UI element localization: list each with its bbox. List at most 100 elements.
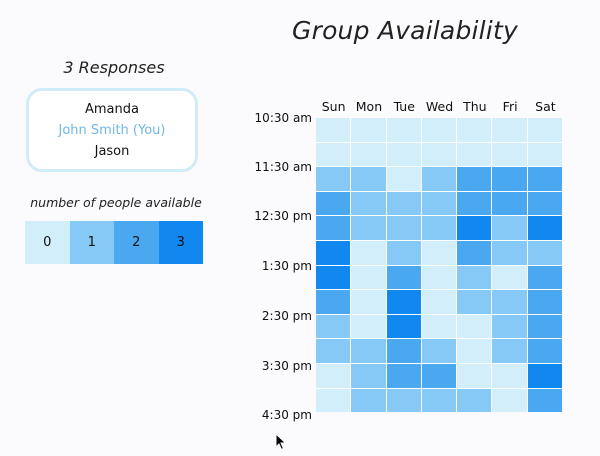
- slot-cell-sat-2[interactable]: [527, 167, 563, 191]
- slot-cell-fri-5[interactable]: [492, 240, 527, 265]
- slot-cell-sat-11[interactable]: [527, 388, 563, 413]
- slot-cell-sat-1[interactable]: [527, 142, 563, 167]
- availability-grid[interactable]: [316, 118, 563, 413]
- legend-level-2: 2: [114, 221, 159, 264]
- slot-cell-fri-7[interactable]: [492, 290, 527, 314]
- slot-cell-mon-9[interactable]: [351, 339, 386, 363]
- slot-cell-sun-5[interactable]: [316, 240, 351, 265]
- slot-cell-thu-5[interactable]: [457, 240, 492, 265]
- slot-cell-mon-0[interactable]: [351, 118, 386, 142]
- slot-cell-thu-10[interactable]: [457, 363, 492, 388]
- slot-cell-wed-10[interactable]: [421, 363, 457, 388]
- slot-cell-wed-1[interactable]: [421, 142, 457, 167]
- slot-cell-mon-5[interactable]: [351, 240, 386, 265]
- slot-cell-tue-11[interactable]: [386, 388, 421, 413]
- slot-cell-fri-0[interactable]: [492, 118, 527, 142]
- day-label-sat: Sat: [535, 99, 556, 114]
- slot-cell-sat-3[interactable]: [527, 191, 563, 216]
- slot-cell-sun-9[interactable]: [316, 339, 351, 363]
- slot-cell-fri-6[interactable]: [492, 265, 527, 290]
- slot-cell-sun-8[interactable]: [316, 314, 351, 339]
- slot-cell-sat-10[interactable]: [527, 363, 563, 388]
- time-label-1230pm: 12:30 pm: [254, 209, 312, 223]
- slot-cell-mon-10[interactable]: [351, 363, 386, 388]
- slot-cell-tue-7[interactable]: [386, 290, 421, 314]
- slot-cell-mon-4[interactable]: [351, 216, 386, 240]
- slot-cell-sat-8[interactable]: [527, 314, 563, 339]
- legend-label: number of people available: [30, 195, 202, 210]
- slot-cell-sun-4[interactable]: [316, 216, 351, 240]
- slot-cell-fri-8[interactable]: [492, 314, 527, 339]
- day-label-thu: Thu: [463, 99, 487, 114]
- slot-cell-sat-6[interactable]: [527, 265, 563, 290]
- slot-cell-wed-0[interactable]: [421, 118, 457, 142]
- slot-cell-tue-8[interactable]: [386, 314, 421, 339]
- slot-cell-fri-3[interactable]: [492, 191, 527, 216]
- slot-cell-wed-5[interactable]: [421, 240, 457, 265]
- legend-level-1: 1: [69, 221, 114, 264]
- slot-cell-sun-6[interactable]: [316, 265, 351, 290]
- time-label-1030am: 10:30 am: [254, 111, 312, 125]
- slot-cell-wed-6[interactable]: [421, 265, 457, 290]
- slot-cell-fri-4[interactable]: [492, 216, 527, 240]
- slot-cell-sun-7[interactable]: [316, 290, 351, 314]
- slot-cell-thu-2[interactable]: [457, 167, 492, 191]
- slot-cell-sun-0[interactable]: [316, 118, 351, 142]
- slot-cell-wed-11[interactable]: [421, 388, 457, 413]
- slot-cell-thu-4[interactable]: [457, 216, 492, 240]
- slot-cell-tue-4[interactable]: [386, 216, 421, 240]
- slot-cell-thu-8[interactable]: [457, 314, 492, 339]
- day-label-tue: Tue: [393, 99, 415, 114]
- slot-cell-sat-7[interactable]: [527, 290, 563, 314]
- slot-cell-sun-11[interactable]: [316, 388, 351, 413]
- responses-count: 3 Responses: [63, 58, 165, 77]
- slot-cell-thu-9[interactable]: [457, 339, 492, 363]
- slot-cell-mon-1[interactable]: [351, 142, 386, 167]
- slot-cell-mon-3[interactable]: [351, 191, 386, 216]
- slot-cell-sat-5[interactable]: [527, 240, 563, 265]
- slot-cell-fri-10[interactable]: [492, 363, 527, 388]
- slot-cell-tue-3[interactable]: [386, 191, 421, 216]
- slot-cell-wed-4[interactable]: [421, 216, 457, 240]
- slot-cell-tue-6[interactable]: [386, 265, 421, 290]
- slot-cell-thu-1[interactable]: [457, 142, 492, 167]
- slot-cell-thu-6[interactable]: [457, 265, 492, 290]
- slot-cell-mon-11[interactable]: [351, 388, 386, 413]
- slot-cell-thu-11[interactable]: [457, 388, 492, 413]
- slot-cell-mon-8[interactable]: [351, 314, 386, 339]
- slot-cell-fri-1[interactable]: [492, 142, 527, 167]
- respondent-amanda[interactable]: Amanda: [85, 99, 139, 120]
- slot-cell-wed-2[interactable]: [421, 167, 457, 191]
- slot-cell-mon-2[interactable]: [351, 167, 386, 191]
- slot-cell-tue-9[interactable]: [386, 339, 421, 363]
- slot-cell-sun-10[interactable]: [316, 363, 351, 388]
- respondent-jason[interactable]: Jason: [95, 141, 130, 162]
- day-header: Sun Mon Tue Wed Thu Fri Sat: [316, 99, 563, 114]
- slot-cell-thu-3[interactable]: [457, 191, 492, 216]
- slot-cell-sat-4[interactable]: [527, 216, 563, 240]
- slot-cell-mon-6[interactable]: [351, 265, 386, 290]
- slot-cell-sun-1[interactable]: [316, 142, 351, 167]
- slot-cell-tue-1[interactable]: [386, 142, 421, 167]
- slot-cell-sat-9[interactable]: [527, 339, 563, 363]
- slot-cell-thu-7[interactable]: [457, 290, 492, 314]
- respondent-john-smith[interactable]: John Smith (You): [59, 120, 166, 141]
- slot-cell-wed-7[interactable]: [421, 290, 457, 314]
- slot-cell-tue-2[interactable]: [386, 167, 421, 191]
- availability-legend: 0 1 2 3: [25, 221, 203, 264]
- slot-cell-fri-9[interactable]: [492, 339, 527, 363]
- slot-cell-tue-10[interactable]: [386, 363, 421, 388]
- slot-cell-sun-3[interactable]: [316, 191, 351, 216]
- slot-cell-thu-0[interactable]: [457, 118, 492, 142]
- slot-cell-fri-2[interactable]: [492, 167, 527, 191]
- slot-cell-tue-5[interactable]: [386, 240, 421, 265]
- slot-cell-tue-0[interactable]: [386, 118, 421, 142]
- mouse-cursor-icon: [275, 433, 287, 451]
- slot-cell-wed-9[interactable]: [421, 339, 457, 363]
- slot-cell-sat-0[interactable]: [527, 118, 563, 142]
- slot-cell-wed-8[interactable]: [421, 314, 457, 339]
- slot-cell-mon-7[interactable]: [351, 290, 386, 314]
- slot-cell-sun-2[interactable]: [316, 167, 351, 191]
- slot-cell-wed-3[interactable]: [421, 191, 457, 216]
- slot-cell-fri-11[interactable]: [492, 388, 527, 413]
